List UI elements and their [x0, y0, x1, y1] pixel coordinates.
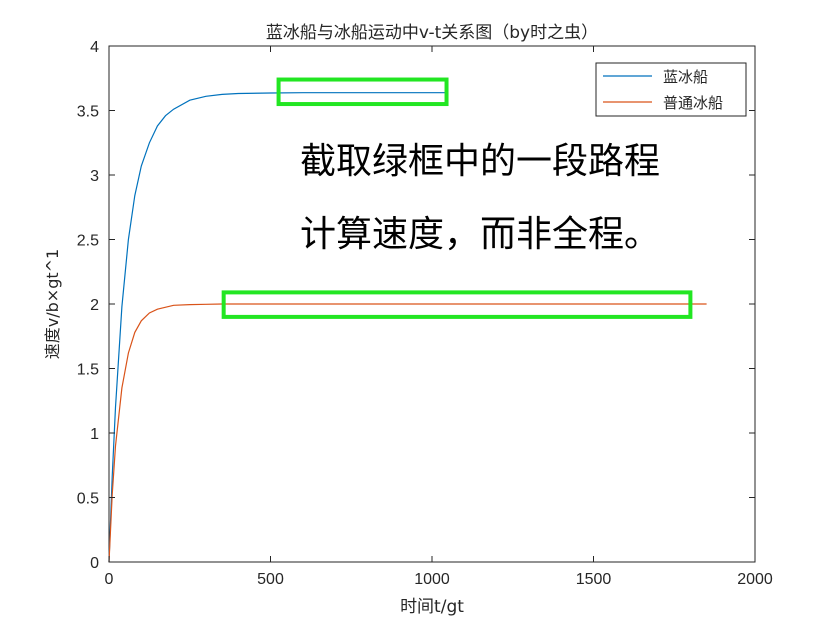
x-tick-label: 1500	[576, 571, 612, 588]
plot-area: 0 500 1000 1500 2000 0 0.5 1 1.5 2 2.5 3 3.5 4	[77, 39, 773, 588]
y-tick-label: 1	[90, 426, 99, 443]
x-tick-label: 1000	[414, 571, 450, 588]
y-tick-label: 4	[90, 39, 99, 56]
y-tick-label: 3	[90, 168, 99, 185]
y-tick-label: 2.5	[77, 233, 99, 250]
x-tick-label: 2000	[737, 571, 773, 588]
y-tick-label: 0.5	[77, 491, 99, 508]
y-axis-label: 速度v/b×gt^1	[43, 249, 62, 359]
x-axis-label: 时间t/gt	[400, 597, 464, 617]
y-tick-label: 3.5	[77, 104, 99, 121]
legend-label-putongbingchuan: 普通冰船	[663, 94, 723, 112]
y-tick-label: 2	[90, 297, 99, 314]
legend: 蓝冰船 普通冰船	[595, 62, 747, 117]
annotation-line-2: 计算速度，而非全程。	[300, 214, 660, 255]
y-tick-label: 0	[90, 555, 99, 572]
y-tick-label: 1.5	[77, 362, 99, 379]
x-tick-label: 0	[105, 571, 114, 588]
chart-title: 蓝冰船与冰船运动中v-t关系图（by时之虫）	[266, 23, 598, 43]
chart: 蓝冰船与冰船运动中v-t关系图（by时之虫） 0 500 1000 1500 2000 …	[43, 23, 773, 617]
legend-label-lanbingchuan: 蓝冰船	[663, 68, 708, 86]
annotation-line-1: 截取绿框中的一段路程	[300, 141, 660, 182]
x-tick-label: 500	[257, 571, 284, 588]
